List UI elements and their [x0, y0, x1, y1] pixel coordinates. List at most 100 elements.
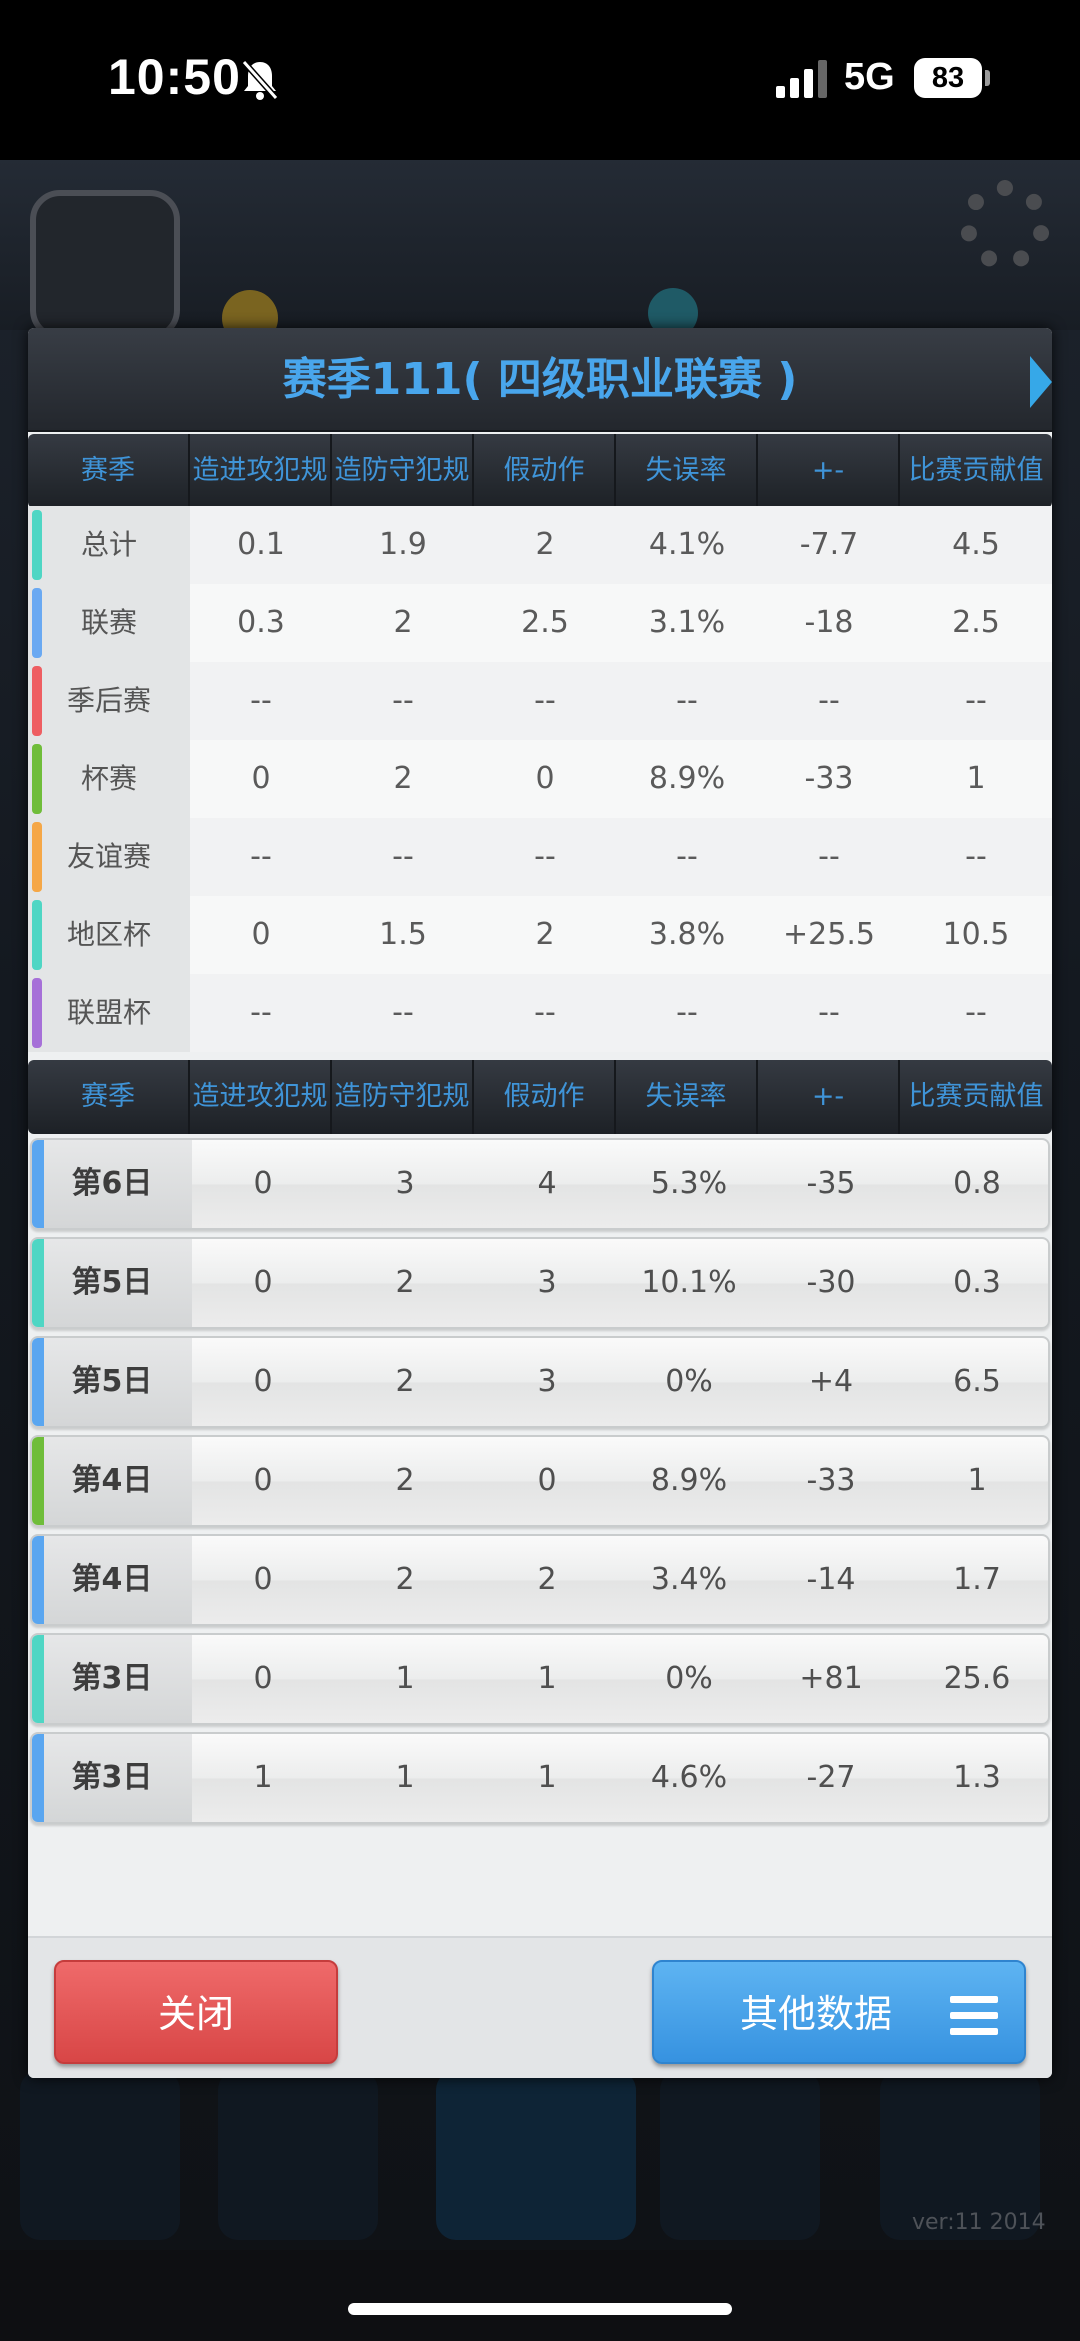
table-cell: 3 — [537, 1364, 557, 1399]
table-cell: +25.5 — [783, 917, 875, 952]
table-cell: 2 — [393, 605, 413, 640]
game-day-text: 第6日 — [71, 1166, 153, 1201]
table-cell: -- — [818, 995, 840, 1030]
game-row[interactable]: 第3日 0 1 1 0% +81 25.6 — [30, 1633, 1050, 1725]
row-label: 联盟杯 — [28, 974, 190, 1052]
table-cell: +81 — [799, 1661, 863, 1696]
table-cell: -- — [534, 995, 556, 1030]
table-cell: 1 — [395, 1661, 415, 1696]
team-badge-icon — [30, 190, 180, 340]
table-cell: -- — [392, 995, 414, 1030]
table-cell: -33 — [804, 761, 854, 796]
game-day-text: 第5日 — [71, 1364, 153, 1399]
column-header: 赛季 — [28, 434, 190, 508]
column-header: 比赛贡献值 — [908, 1081, 1044, 1112]
modal-footer: 关闭 其他数据 — [28, 1936, 1052, 2078]
table-cell: 0% — [665, 1661, 713, 1696]
star-nav-icon — [20, 2070, 180, 2240]
home-indicator[interactable] — [348, 2303, 732, 2315]
game-type-color-bar — [32, 1635, 44, 1723]
table-cell: 0 — [253, 1265, 273, 1300]
table-cell: 4.6% — [650, 1760, 728, 1795]
totals-row: 地区杯 0 1.5 2 3.8% +25.5 10.5 — [28, 896, 1052, 974]
table-cell: -- — [965, 839, 987, 874]
other-data-button[interactable]: 其他数据 — [652, 1960, 1026, 2064]
column-header: 比赛贡献值 — [908, 455, 1044, 486]
totals-row: 友谊赛 -- -- -- -- -- -- — [28, 818, 1052, 896]
table-cell: 3 — [537, 1265, 557, 1300]
table-cell: -- — [676, 683, 698, 718]
column-header: 造进攻犯规 — [190, 434, 332, 508]
table-cell: 0% — [665, 1364, 713, 1399]
totals-row: 联盟杯 -- -- -- -- -- -- — [28, 974, 1052, 1052]
game-row[interactable]: 第4日 0 2 0 8.9% -33 1 — [30, 1435, 1050, 1527]
totals-row: 杯赛 0 2 0 8.9% -33 1 — [28, 740, 1052, 818]
category-color-bar — [32, 510, 42, 580]
row-label-text: 友谊赛 — [66, 840, 151, 873]
menu-icon — [950, 1996, 998, 2036]
table-cell: 0.3 — [237, 605, 285, 640]
table-cell: 2 — [535, 527, 555, 562]
row-label-text: 联赛 — [80, 606, 137, 639]
game-type-color-bar — [32, 1437, 44, 1525]
category-color-bar — [32, 744, 42, 814]
row-label-text: 联盟杯 — [66, 996, 151, 1029]
game-type-color-bar — [32, 1536, 44, 1624]
table-cell: -14 — [806, 1562, 856, 1597]
game-day-label: 第4日 — [32, 1536, 192, 1624]
table-cell: 0 — [253, 1463, 273, 1498]
table-cell: 2 — [395, 1463, 415, 1498]
category-color-bar — [32, 588, 42, 658]
totals-table-header: 赛季 造进攻犯规 造防守犯规 假动作 失误率 +- 比赛贡献值 — [28, 434, 1052, 508]
category-color-bar — [32, 978, 42, 1048]
table-cell: 2 — [395, 1364, 415, 1399]
table-cell: 10.1% — [641, 1265, 737, 1300]
table-cell: -- — [250, 995, 272, 1030]
status-bar: 10:50 5G 83 — [0, 0, 1080, 160]
table-cell: -- — [534, 683, 556, 718]
game-row[interactable]: 第5日 0 2 3 10.1% -30 0.3 — [30, 1237, 1050, 1329]
game-row[interactable]: 第4日 0 2 2 3.4% -14 1.7 — [30, 1534, 1050, 1626]
table-cell: 2 — [395, 1562, 415, 1597]
column-header: 造进攻犯规 — [190, 1060, 332, 1134]
row-label: 杯赛 — [28, 740, 190, 818]
row-label-text: 总计 — [80, 528, 137, 561]
game-day-text: 第4日 — [71, 1463, 153, 1498]
next-season-arrow-icon[interactable] — [1030, 356, 1052, 408]
game-day-text: 第3日 — [71, 1661, 153, 1696]
table-cell: 4 — [537, 1166, 557, 1201]
game-row[interactable]: 第3日 1 1 1 4.6% -27 1.3 — [30, 1732, 1050, 1824]
game-day-label: 第3日 — [32, 1734, 192, 1822]
table-cell: 0.8 — [953, 1166, 1001, 1201]
table-cell: 1 — [537, 1760, 557, 1795]
table-cell: -- — [392, 839, 414, 874]
row-label-text: 季后赛 — [66, 684, 151, 717]
table-cell: -- — [676, 995, 698, 1030]
row-label-text: 杯赛 — [80, 762, 137, 795]
table-cell: 3.8% — [648, 917, 726, 952]
games-table: 第6日 0 3 4 5.3% -35 0.8 第5日 0 2 3 10.1% -30 0.3 第5日 0 2 3 0… — [28, 1138, 1052, 1831]
category-color-bar — [32, 666, 42, 736]
game-type-color-bar — [32, 1338, 44, 1426]
table-cell: 3.4% — [650, 1562, 728, 1597]
season-stats-modal: 赛季111( 四级职业联赛 ) 赛季 造进攻犯规 造防守犯规 假动作 失误率 +… — [28, 328, 1052, 2078]
table-cell: 5.3% — [650, 1166, 728, 1201]
totals-row: 总计 0.1 1.9 2 4.1% -7.7 4.5 — [28, 506, 1052, 584]
totals-row: 联赛 0.3 2 2.5 3.1% -18 2.5 — [28, 584, 1052, 662]
table-cell: 8.9% — [648, 761, 726, 796]
table-cell: 0 — [253, 1166, 273, 1201]
table-cell: -18 — [804, 605, 854, 640]
game-row[interactable]: 第5日 0 2 3 0% +4 6.5 — [30, 1336, 1050, 1428]
table-cell: 0 — [251, 761, 271, 796]
table-cell: 3 — [395, 1166, 415, 1201]
table-cell: 1.9 — [379, 527, 427, 562]
table-cell: -- — [818, 683, 840, 718]
table-cell: 2 — [537, 1562, 557, 1597]
column-header: +- — [758, 1060, 900, 1134]
close-button[interactable]: 关闭 — [54, 1960, 338, 2064]
table-cell: 1 — [395, 1760, 415, 1795]
game-row[interactable]: 第6日 0 3 4 5.3% -35 0.8 — [30, 1138, 1050, 1230]
games-table-header: 赛季 造进攻犯规 造防守犯规 假动作 失误率 +- 比赛贡献值 — [28, 1060, 1052, 1134]
table-cell: 1 — [537, 1661, 557, 1696]
table-cell: 6.5 — [953, 1364, 1001, 1399]
